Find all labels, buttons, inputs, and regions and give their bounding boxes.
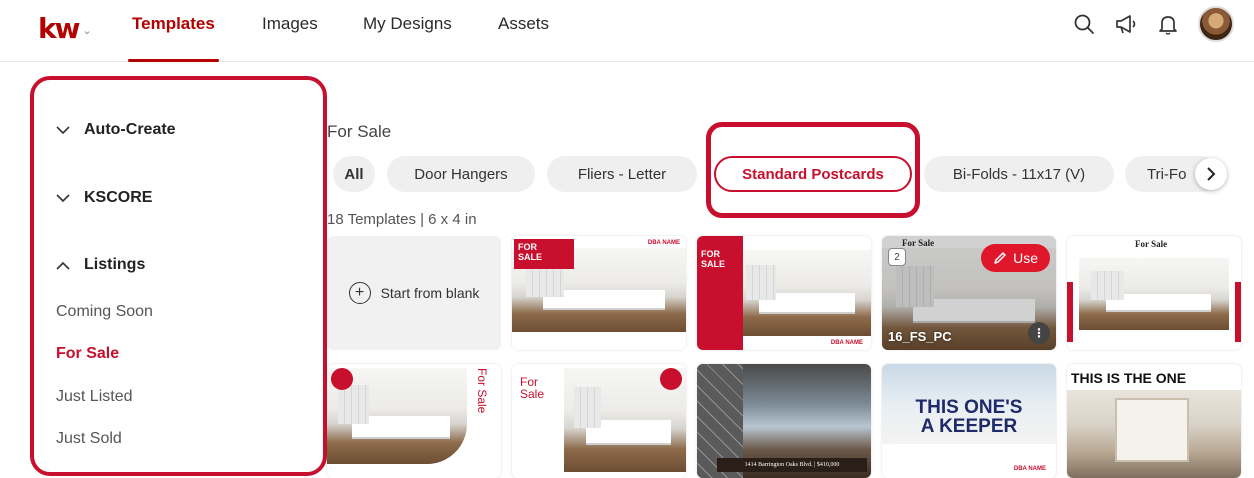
- bell-icon[interactable]: [1156, 12, 1180, 36]
- sidebar-group-label: Auto-Create: [84, 121, 176, 138]
- template-card[interactable]: THIS IS THE ONE: [1067, 364, 1241, 478]
- chip-all[interactable]: All: [333, 156, 375, 192]
- use-template-button[interactable]: Use: [981, 244, 1050, 272]
- template-card[interactable]: THIS ONE'S A KEEPER DBA NAME: [882, 364, 1056, 478]
- chip-bi-folds[interactable]: Bi-Folds - 11x17 (V): [924, 156, 1114, 192]
- sidebar-group-kscore[interactable]: KSCORE: [56, 189, 152, 207]
- start-from-blank-card[interactable]: + Start from blank: [327, 236, 501, 350]
- template-card[interactable]: FOR SALE DBA NAME: [512, 236, 686, 350]
- start-from-blank-label: Start from blank: [380, 285, 480, 301]
- card-title: For Sale: [902, 238, 935, 248]
- sidebar-item-just-sold[interactable]: Just Sold: [56, 430, 122, 448]
- template-card[interactable]: FOR SALE DBA NAME: [697, 236, 871, 350]
- sidebar-group-label: Listings: [84, 256, 146, 273]
- red-accent: [1067, 282, 1073, 342]
- agent-label: DBA NAME: [1013, 466, 1046, 472]
- keeper-headline: THIS ONE'S A KEEPER: [915, 397, 1023, 437]
- card-headline: THIS IS THE ONE: [1071, 370, 1187, 386]
- sidebar-group-listings[interactable]: Listings: [56, 256, 145, 274]
- card-title: For Sale: [1135, 239, 1168, 249]
- sidebar-item-coming-soon[interactable]: Coming Soon: [56, 303, 153, 321]
- chevron-down-icon: [56, 123, 70, 137]
- avatar[interactable]: [1198, 6, 1234, 42]
- sidebar-item-just-listed[interactable]: Just Listed: [56, 388, 132, 406]
- tab-images[interactable]: Images: [262, 14, 318, 62]
- chevron-down-icon: ⌄: [82, 24, 92, 37]
- plus-icon: +: [348, 282, 371, 304]
- pencil-icon: [994, 252, 1006, 264]
- sidebar-item-for-sale[interactable]: For Sale: [56, 345, 119, 363]
- top-nav: kw ⌄ Templates Images My Designs Assets: [0, 0, 1254, 62]
- chevron-down-icon: [56, 191, 70, 205]
- template-card[interactable]: For Sale: [512, 364, 686, 478]
- megaphone-icon[interactable]: [1114, 12, 1138, 36]
- template-card[interactable]: For Sale: [1067, 236, 1241, 350]
- kw-logo[interactable]: kw ⌄: [38, 8, 92, 48]
- chip-door-hangers[interactable]: Door Hangers: [387, 156, 535, 192]
- chip-highlight-frame: [706, 122, 920, 218]
- card-title: For Sale: [520, 375, 545, 401]
- template-card[interactable]: For Sale: [327, 364, 501, 478]
- tab-my-designs[interactable]: My Designs: [363, 14, 452, 62]
- more-options-icon[interactable]: ⋮: [1028, 322, 1050, 344]
- kitchen-photo: [1079, 258, 1229, 330]
- vertical-title: For Sale: [475, 368, 489, 414]
- badge-circle: [331, 368, 353, 390]
- chip-fliers-letter[interactable]: Fliers - Letter: [547, 156, 697, 192]
- template-card-hover[interactable]: For Sale 2 Use 16_FS_PC ⋮: [882, 236, 1056, 350]
- template-name: 16_FS_PC: [888, 329, 952, 344]
- house-facade: [1117, 400, 1187, 460]
- template-card[interactable]: 1414 Barrington Oaks Blvd. | $410,000: [697, 364, 871, 478]
- sidebar-group-auto-create[interactable]: Auto-Create: [56, 121, 176, 139]
- chevron-up-icon: [56, 258, 70, 272]
- logo-text: kw: [38, 11, 80, 45]
- page-title: For Sale: [327, 122, 392, 141]
- agent-label: DBA NAME: [647, 240, 680, 246]
- agent-label: DBA NAME: [830, 340, 863, 346]
- search-icon[interactable]: [1072, 12, 1096, 36]
- for-sale-stack: FOR SALE: [514, 239, 574, 269]
- page-count-badge: 2: [888, 248, 906, 266]
- address-bar: 1414 Barrington Oaks Blvd. | $410,000: [717, 458, 867, 472]
- chevron-right-icon[interactable]: [1195, 158, 1227, 190]
- sidebar-group-label: KSCORE: [84, 189, 153, 206]
- badge-circle: [660, 368, 682, 390]
- tab-templates[interactable]: Templates: [128, 14, 219, 62]
- kitchen-photo: [735, 250, 871, 336]
- nav-icons: [1072, 4, 1234, 44]
- for-sale-stack: FOR SALE: [697, 236, 743, 350]
- tab-assets[interactable]: Assets: [498, 14, 549, 62]
- red-accent: [1235, 282, 1241, 342]
- template-count: 18 Templates | 6 x 4 in: [327, 211, 477, 228]
- use-label: Use: [1013, 250, 1038, 266]
